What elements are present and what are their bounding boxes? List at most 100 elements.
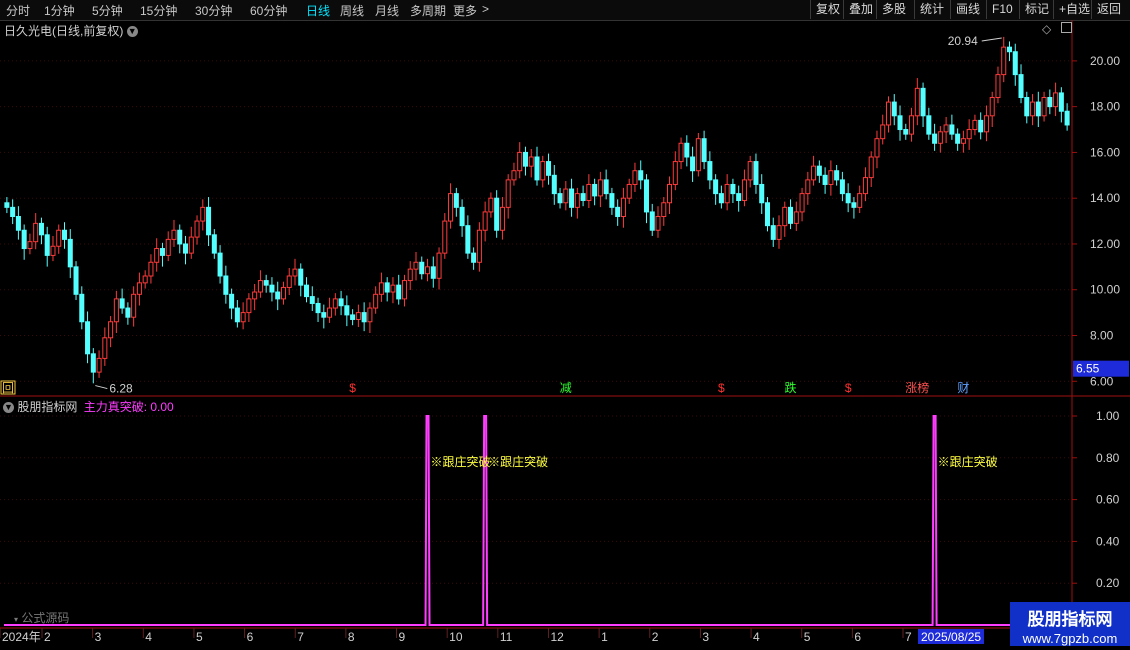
candle-body <box>303 284 310 298</box>
candle-body <box>1047 97 1053 108</box>
candle-body <box>914 87 920 117</box>
candle-body <box>638 170 644 181</box>
price-axis: 20.0018.0016.0014.0012.0010.008.006.006.… <box>0 20 1130 630</box>
time-tick-label: 5 <box>196 630 203 644</box>
price-tick-label: 18.00 <box>1090 100 1120 114</box>
candle-body <box>799 193 805 213</box>
period-tab-weekly[interactable]: 周线 <box>340 2 364 19</box>
candle-body <box>713 179 719 195</box>
chevron-down-icon[interactable]: ▼ <box>126 26 138 38</box>
restore-rights-button[interactable]: 复权 <box>810 0 845 19</box>
time-tick-label: 5 <box>804 630 811 644</box>
time-axis: 2024年 2 3 4 5 6 7 8 9 10 11 12 1 2 3 4 5 6 7 2025/08/25 <box>0 627 1130 644</box>
candle-body <box>788 206 794 224</box>
candle-body <box>90 353 96 373</box>
candle-body <box>1018 74 1024 98</box>
candle-body <box>292 268 298 277</box>
candle-body <box>85 321 91 355</box>
f10-button[interactable]: F10 <box>986 0 1018 19</box>
candle-body <box>661 202 667 217</box>
window-toggle-icon[interactable] <box>1060 22 1072 33</box>
period-tab-30min[interactable]: 30分钟 <box>195 2 232 19</box>
high-label: 20.94 <box>948 34 978 48</box>
signal-line <box>4 415 1072 626</box>
time-tick-label: 6 <box>854 630 861 644</box>
indicator-tick-label: 0.20 <box>1096 576 1120 590</box>
time-tick-label: 2 <box>652 630 659 644</box>
period-tab-monthly[interactable]: 月线 <box>375 2 399 19</box>
back-button[interactable]: 返回 <box>1091 0 1126 19</box>
candle-body <box>419 261 425 275</box>
candle-body <box>211 234 217 254</box>
candle-body <box>978 119 984 133</box>
time-tick-label: 6 <box>247 630 254 644</box>
caret-icon: ▾ <box>14 615 19 624</box>
candle-body <box>21 229 27 250</box>
formula-source-label[interactable]: 公式源码 <box>21 611 69 625</box>
high-pointer <box>981 37 1002 42</box>
price-tick-label: 16.00 <box>1090 145 1120 159</box>
drawing-button[interactable]: 画线 <box>950 0 985 19</box>
time-tick-label: 1 <box>601 630 608 644</box>
candle-body <box>182 243 189 254</box>
overlay-button[interactable]: 叠加 <box>843 0 878 19</box>
candle-body <box>396 284 402 300</box>
candle-body <box>413 261 419 270</box>
event-marker: $ <box>349 381 356 395</box>
add-favorite-button[interactable]: +自选 <box>1053 0 1095 19</box>
candle-body <box>949 124 955 135</box>
period-tab-15min[interactable]: 15分钟 <box>140 2 177 19</box>
candle-body <box>707 161 713 181</box>
candle-body <box>586 183 592 201</box>
candle-body <box>482 211 488 231</box>
period-tab-60min[interactable]: 60分钟 <box>250 2 287 19</box>
chevron-right-icon[interactable]: > <box>482 2 489 16</box>
event-marker: 涨榜 <box>905 380 929 395</box>
candle-body <box>1012 51 1018 76</box>
period-tab-daily[interactable]: 日线 <box>306 2 330 19</box>
candle-body <box>609 193 615 208</box>
event-marker: 跌 <box>785 380 797 395</box>
candle-body <box>113 298 119 323</box>
chevron-down-icon[interactable]: ▼ <box>3 402 14 414</box>
chart-canvas[interactable]: 20.0018.0016.0014.0012.0010.008.006.006.… <box>0 20 1130 650</box>
candle-body <box>857 193 863 208</box>
candle-body <box>868 156 874 179</box>
period-tab-fenshi[interactable]: 分时 <box>6 2 30 19</box>
candle-body <box>655 216 661 231</box>
candle-body <box>909 115 915 135</box>
candle-body <box>811 165 817 181</box>
candle-body <box>165 238 171 256</box>
candle-body <box>776 225 782 240</box>
candle-body <box>1035 101 1041 117</box>
diamond-icon[interactable]: ◇ <box>1042 22 1051 36</box>
period-tab-more[interactable]: 更多 <box>453 2 477 19</box>
indicator-series: ※跟庄突破※跟庄突破 ※跟庄突破 <box>4 415 1072 626</box>
candle-body <box>448 193 454 222</box>
period-tab-1min[interactable]: 1分钟 <box>44 2 75 19</box>
candle-body <box>125 307 131 318</box>
stock-title: 日久光电(日线,前复权) ▼ <box>4 22 138 39</box>
candle-body <box>27 241 33 250</box>
period-tab-multi[interactable]: 多周期 <box>410 2 446 19</box>
candle-body <box>33 222 39 243</box>
period-tab-5min[interactable]: 5分钟 <box>92 2 123 19</box>
statistics-button[interactable]: 统计 <box>914 0 949 19</box>
formula-source-link[interactable]: ▾ 公式源码 <box>14 609 69 626</box>
multi-stock-button[interactable]: 多股 <box>876 0 911 19</box>
candle-body <box>615 206 621 218</box>
candle-body <box>851 202 857 208</box>
candle-body <box>263 280 269 286</box>
watermark-title: 股朋指标网 <box>1027 610 1113 629</box>
candle-body <box>943 124 949 133</box>
candle-body <box>188 236 194 254</box>
candle-body <box>995 74 1001 98</box>
candle-body <box>471 252 477 263</box>
candle-body <box>10 206 16 218</box>
candle-body <box>200 206 206 222</box>
price-tick-label: 20.00 <box>1090 54 1120 68</box>
candle-body <box>643 179 649 213</box>
mark-button[interactable]: 标记 <box>1019 0 1054 19</box>
candle-body <box>1053 92 1059 108</box>
indicator-tick-label: 0.60 <box>1096 493 1120 507</box>
